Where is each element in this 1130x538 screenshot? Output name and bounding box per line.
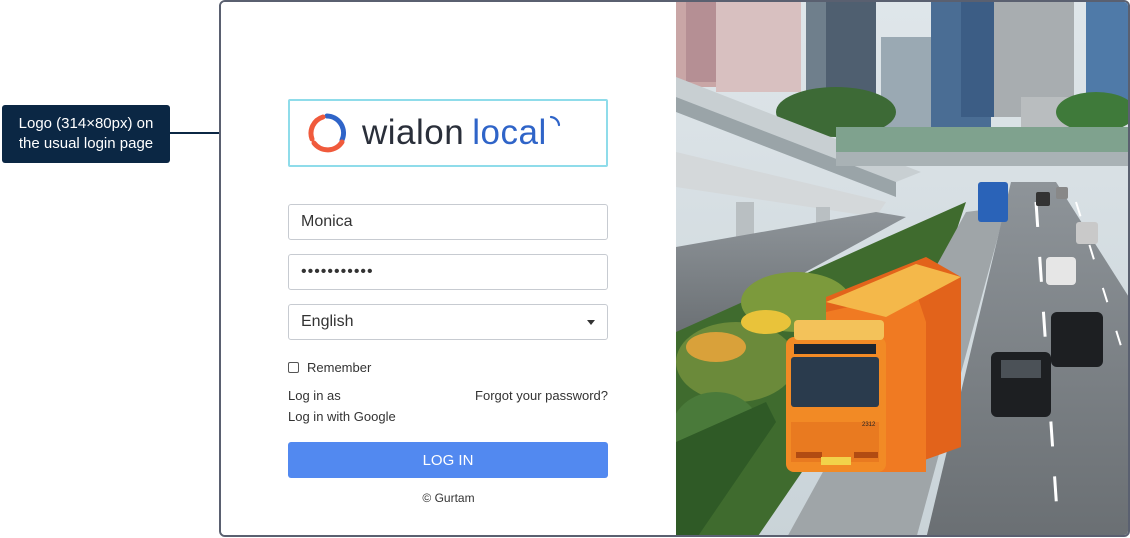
logo-word-wialon: wialon [362,113,465,152]
remember-label: Remember [307,360,372,375]
password-value: ••••••••••• [301,263,374,280]
chevron-down-icon [587,319,595,325]
login-panel: wialon local Monica ••••••••••• English … [221,2,676,535]
username-value: Monica [301,213,353,230]
copyright: © Gurtam [422,491,475,505]
username-input[interactable]: Monica [288,204,608,240]
login-button[interactable]: LOG IN [288,442,608,478]
forgot-password-link[interactable]: Forgot your password? [475,388,608,403]
login-as-link[interactable]: Log in as [288,388,341,403]
remember-option[interactable]: Remember [288,360,371,375]
remember-checkbox[interactable] [288,362,299,373]
city-bus-photo: 2312 [676,2,1128,535]
login-google-link[interactable]: Log in with Google [288,409,396,424]
login-window: wialon local Monica ••••••••••• English … [219,0,1130,537]
language-value: English [301,313,354,330]
bus-number: 2312 [862,422,876,428]
annotation-callout: Logo (314×80px) on the usual login page [2,105,170,163]
language-select[interactable]: English [288,304,608,340]
logo-word-local: local [472,113,547,152]
password-input[interactable]: ••••••••••• [288,254,608,290]
logo: wialon local [288,99,608,167]
annotation-text: Logo (314×80px) on the usual login page [18,115,154,152]
signal-icon [549,115,560,127]
wialon-logo-icon [308,113,346,153]
logo-wordmark: wialon local [362,113,561,153]
